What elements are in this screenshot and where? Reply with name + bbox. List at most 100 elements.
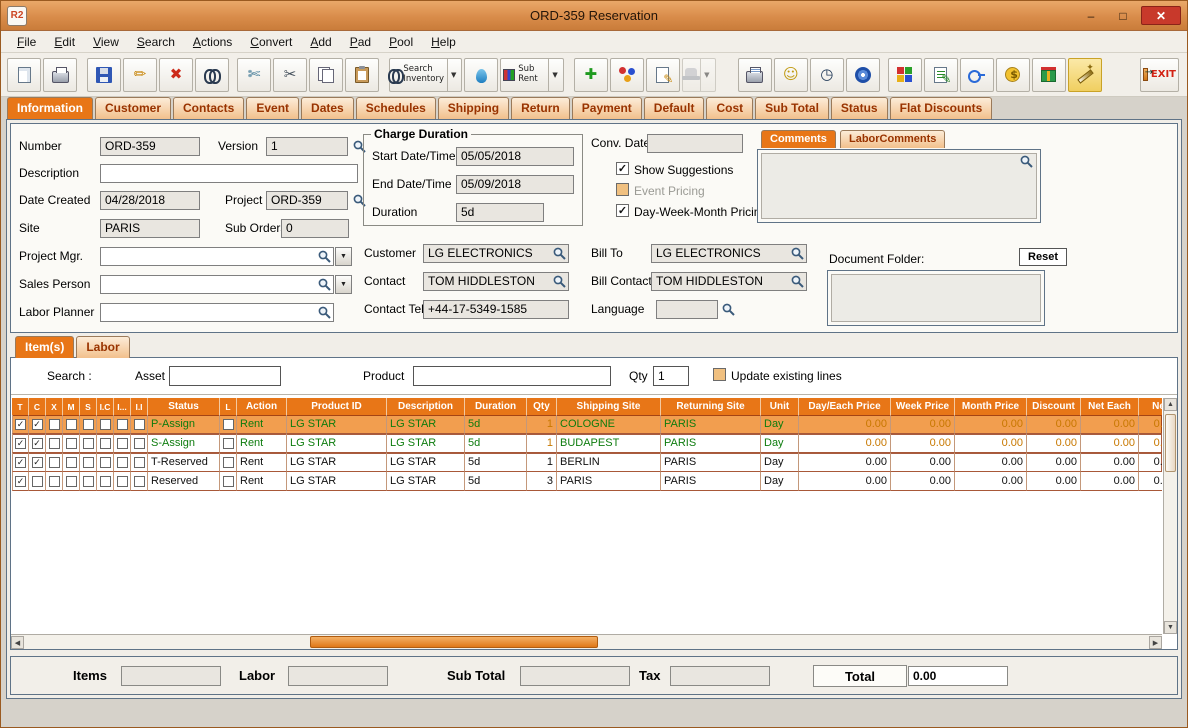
col-month-price[interactable]: Month Price xyxy=(955,398,1027,415)
col-shipping-site[interactable]: Shipping Site xyxy=(557,398,661,415)
col-week-price[interactable]: Week Price xyxy=(891,398,955,415)
tab-contacts[interactable]: Contacts xyxy=(173,97,245,119)
menu-search[interactable]: Search xyxy=(129,33,183,51)
row-checkbox[interactable] xyxy=(48,437,60,449)
close-button[interactable]: ✕ xyxy=(1141,6,1181,25)
dropdown-arrow-icon[interactable]: ▼ xyxy=(700,58,712,91)
col-ne[interactable]: Ne xyxy=(1139,398,1162,415)
horizontal-scroll-thumb[interactable] xyxy=(310,636,598,648)
row-checkbox[interactable] xyxy=(82,418,94,430)
disc-button[interactable] xyxy=(845,57,880,92)
date-created-field[interactable]: 04/28/2018 xyxy=(100,191,200,210)
comments-box[interactable] xyxy=(757,149,1041,223)
sub-total-field[interactable] xyxy=(520,666,630,686)
row-checkbox[interactable] xyxy=(65,475,77,487)
col-product-id[interactable]: Product ID xyxy=(287,398,387,415)
customer-field[interactable]: LG ELECTRONICS xyxy=(423,244,569,263)
search-icon[interactable] xyxy=(721,302,736,317)
pour-button[interactable] xyxy=(464,57,499,92)
row-checkbox[interactable] xyxy=(133,475,145,487)
edit-button[interactable]: ✏ xyxy=(123,57,157,92)
labor-planner-field[interactable] xyxy=(100,303,334,322)
tab-cost[interactable]: Cost xyxy=(706,97,754,119)
search-icon[interactable] xyxy=(317,277,332,292)
row-checkbox[interactable] xyxy=(222,475,234,487)
table-row[interactable]: T-ReservedRentLG STARLG STAR5d1BERLINPAR… xyxy=(12,453,1162,472)
tab-labor-comments[interactable]: LaborComments xyxy=(840,130,946,148)
note-edit-button[interactable] xyxy=(645,57,680,92)
document-folder-box[interactable] xyxy=(827,270,1045,326)
row-checkbox[interactable] xyxy=(116,456,128,468)
description-field[interactable] xyxy=(100,164,358,183)
tab-dates[interactable]: Dates xyxy=(301,97,354,119)
save-button[interactable] xyxy=(87,57,121,92)
row-checkbox[interactable] xyxy=(99,475,111,487)
col-l[interactable]: L xyxy=(220,398,237,415)
tab-shipping[interactable]: Shipping xyxy=(437,97,510,119)
start-date-field[interactable]: 05/05/2018 xyxy=(456,147,574,166)
row-checkbox[interactable] xyxy=(133,418,145,430)
form-edit-button[interactable] xyxy=(923,57,958,92)
show-suggestions-checkbox[interactable] xyxy=(616,162,629,175)
conv-date-field[interactable] xyxy=(647,134,743,153)
col-qty[interactable]: Qty xyxy=(527,398,557,415)
contact-field[interactable]: TOM HIDDLESTON xyxy=(423,272,569,291)
find-button[interactable] xyxy=(195,57,229,92)
tab-event[interactable]: Event xyxy=(246,97,300,119)
bill-to-field[interactable]: LG ELECTRONICS xyxy=(651,244,807,263)
scroll-down-icon[interactable]: ▼ xyxy=(1164,621,1177,634)
row-checkbox[interactable] xyxy=(222,437,234,449)
exit-button[interactable]: EXIT xyxy=(1139,57,1179,92)
key-button[interactable] xyxy=(959,57,994,92)
col-m[interactable]: M xyxy=(63,398,80,415)
vertical-scroll-thumb[interactable] xyxy=(1165,414,1176,472)
col-c[interactable]: C xyxy=(29,398,46,415)
col-returning-site[interactable]: Returning Site xyxy=(661,398,761,415)
row-checkbox[interactable] xyxy=(48,475,60,487)
tab-status[interactable]: Status xyxy=(830,97,888,119)
money-button[interactable] xyxy=(995,57,1030,92)
table-row[interactable]: P-AssignRentLG STARLG STAR5d1COLOGNEPARI… xyxy=(12,415,1162,434)
row-checkbox[interactable] xyxy=(15,475,26,487)
end-date-field[interactable]: 05/09/2018 xyxy=(456,175,574,194)
row-checkbox[interactable] xyxy=(65,418,77,430)
menu-actions[interactable]: Actions xyxy=(185,33,240,51)
asset-input[interactable] xyxy=(169,366,281,386)
scroll-up-icon[interactable]: ▲ xyxy=(1164,398,1177,411)
table-row[interactable]: ReservedRentLG STARLG STAR5d3PARISPARISD… xyxy=(12,472,1162,491)
col-s[interactable]: S xyxy=(80,398,97,415)
row-checkbox[interactable] xyxy=(15,456,26,468)
menu-pad[interactable]: Pad xyxy=(342,33,379,51)
package-button[interactable] xyxy=(1031,57,1066,92)
col-duration[interactable]: Duration xyxy=(465,398,527,415)
col-day-each-price[interactable]: Day/Each Price xyxy=(799,398,891,415)
search-icon[interactable] xyxy=(1019,154,1034,169)
table-row[interactable]: S-AssignRentLG STARLG STAR5d1BUDAPESTPAR… xyxy=(12,434,1162,453)
number-field[interactable]: ORD-359 xyxy=(100,137,200,156)
col-x[interactable]: X xyxy=(46,398,63,415)
new-document-button[interactable] xyxy=(7,57,41,92)
col-i-i[interactable]: I.I xyxy=(131,398,148,415)
tax-field[interactable] xyxy=(670,666,770,686)
menu-view[interactable]: View xyxy=(85,33,127,51)
cubes-button[interactable] xyxy=(887,57,922,92)
search-icon[interactable] xyxy=(790,274,805,289)
search-icon[interactable] xyxy=(317,305,332,320)
project-mgr-dropdown[interactable]: ▼ xyxy=(335,247,352,266)
total-value-field[interactable]: 0.00 xyxy=(908,666,1008,686)
row-checkbox[interactable] xyxy=(48,418,60,430)
menu-help[interactable]: Help xyxy=(423,33,464,51)
col-status[interactable]: Status xyxy=(148,398,220,415)
add-button[interactable]: ✚ xyxy=(573,57,608,92)
row-checkbox[interactable] xyxy=(65,437,77,449)
cut-line-button[interactable]: ✄ xyxy=(237,57,271,92)
col-i[interactable]: I... xyxy=(114,398,131,415)
duration-field[interactable]: 5d xyxy=(456,203,544,222)
tab-schedules[interactable]: Schedules xyxy=(355,97,436,119)
sales-person-dropdown[interactable]: ▼ xyxy=(335,275,352,294)
search-icon[interactable] xyxy=(317,249,332,264)
sales-person-field[interactable] xyxy=(100,275,334,294)
row-checkbox[interactable] xyxy=(116,418,128,430)
version-field[interactable]: 1 xyxy=(266,137,348,156)
tab-flat-discounts[interactable]: Flat Discounts xyxy=(889,97,993,119)
